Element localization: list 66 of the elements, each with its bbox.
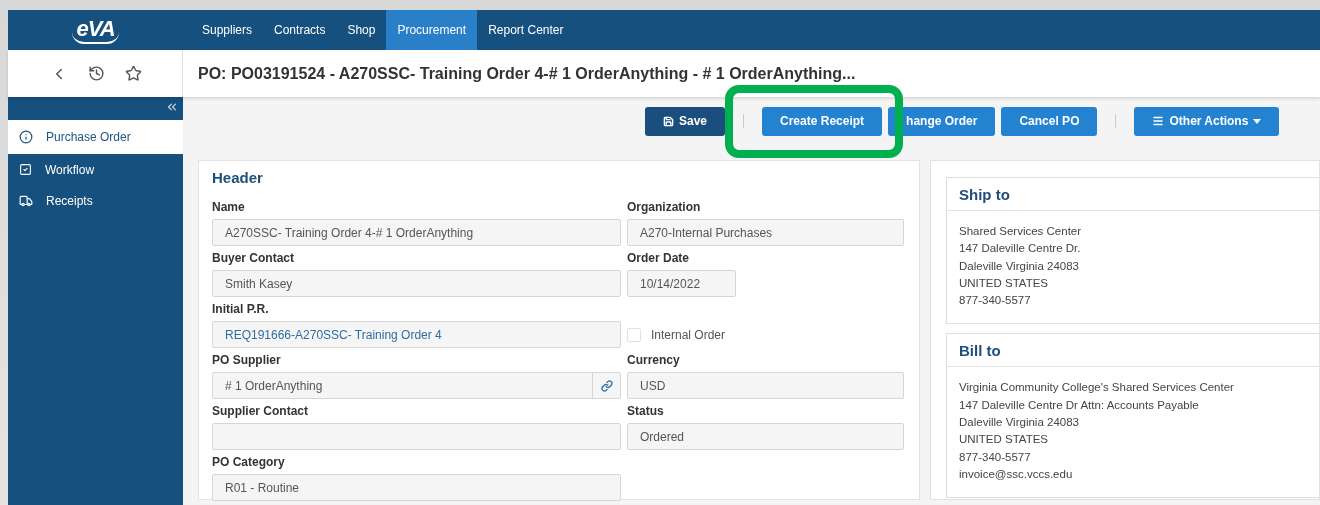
checkbox-label: Internal Order: [651, 327, 726, 342]
input-field[interactable]: 10/14/2022: [627, 270, 736, 297]
field-label: Initial P.R.: [212, 302, 270, 316]
field-label: Organization: [627, 200, 702, 214]
card-title: Ship to: [947, 178, 1319, 211]
action-button[interactable]: hange Order: [888, 106, 996, 136]
info-icon: [19, 130, 33, 144]
address-line: 147 Daleville Centre Dr Attn: Accounts Payable: [959, 397, 1200, 413]
save-icon: [663, 115, 674, 127]
checkbox-icon: [19, 163, 32, 176]
sidebar-label: Purchase Order: [46, 130, 131, 144]
input-field[interactable]: A270SSC- Training Order 4-# 1 OrderAnything: [212, 219, 621, 246]
nav-tab[interactable]: Report Center: [477, 10, 575, 50]
field-label: PO Category: [212, 455, 286, 469]
field-label: Buyer Contact: [212, 251, 295, 265]
field-label: Order Date: [627, 251, 691, 265]
address-line: UNITED STATES: [959, 275, 1050, 291]
address-line: 877-340-5577: [959, 449, 1032, 465]
page-title: PO: PO03191524 - A270SSC- Training Order 4-# 1 OrderAnything - # 1 OrderAnything...: [198, 64, 856, 83]
address-line: UNITED STATES: [959, 432, 1050, 448]
truck-icon: [19, 193, 33, 208]
action-button[interactable]: Cancel PO: [1001, 106, 1098, 136]
field-label: Currency: [627, 353, 681, 367]
menu-icon: [1152, 115, 1165, 127]
address-line: 147 Daleville Centre Dr.: [959, 241, 1082, 257]
sidebar-item[interactable]: Receipts: [8, 185, 183, 216]
sidebar-label: Workflow: [45, 162, 95, 177]
sidebar-item[interactable]: Purchase Order: [8, 120, 183, 154]
lookup-field[interactable]: # 1 OrderAnything: [212, 372, 621, 399]
star-button[interactable]: [125, 65, 142, 82]
card-title: Bill to: [947, 334, 1319, 368]
link-icon: [600, 379, 613, 392]
caret-icon: [1253, 118, 1262, 124]
field-label: Name: [212, 200, 246, 214]
sidebar-item[interactable]: Workflow: [8, 154, 183, 185]
history-button[interactable]: [88, 65, 105, 82]
address-line: Daleville Virginia 24083: [959, 415, 1080, 431]
sidebar-label: Receipts: [46, 193, 93, 208]
address-line: Shared Services Center: [959, 224, 1083, 239]
input-field[interactable]: [212, 423, 621, 450]
star-icon: [125, 65, 142, 82]
nav-tab[interactable]: Shop: [336, 10, 387, 50]
input-field[interactable]: REQ191666-A270SSC- Training Order 4: [212, 321, 621, 348]
field-label: PO Supplier: [212, 353, 282, 367]
field-label: Status: [627, 404, 665, 418]
input-field[interactable]: A270-Internal Purchases: [627, 219, 904, 246]
menu-button[interactable]: Other Actions: [1134, 106, 1280, 136]
address-line: Virginia Community College's Shared Services Center: [959, 380, 1235, 396]
input-field[interactable]: Ordered: [627, 423, 904, 450]
input-field[interactable]: USD: [627, 372, 904, 399]
nav-tab[interactable]: Procurement: [386, 10, 478, 50]
address-line: Daleville Virginia 24083: [959, 258, 1080, 274]
history-icon: [88, 65, 105, 82]
nav-tab[interactable]: Contracts: [263, 10, 337, 50]
double-chevron-icon: [165, 100, 179, 114]
field-label: Supplier Contact: [212, 404, 309, 418]
logo[interactable]: eVA: [72, 16, 119, 44]
action-button[interactable]: Save: [645, 106, 726, 136]
address-line: 877-340-5577: [959, 293, 1032, 309]
input-field[interactable]: R01 - Routine: [212, 474, 621, 501]
card-title: Header: [212, 169, 264, 186]
nav-tab[interactable]: Suppliers: [191, 10, 264, 50]
input-field[interactable]: Smith Kasey: [212, 270, 621, 297]
action-button[interactable]: Create Receipt: [762, 106, 883, 136]
address-line: invoice@ssc.vccs.edu: [959, 466, 1074, 482]
checkbox[interactable]: [627, 327, 641, 342]
